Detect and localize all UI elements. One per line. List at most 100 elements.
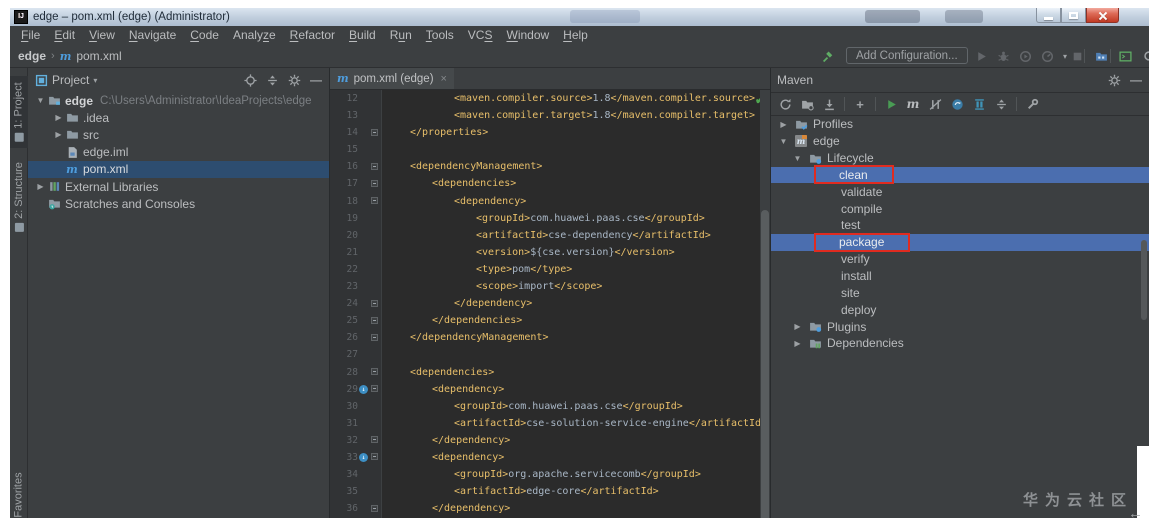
code-line-22[interactable]: 22<type>pom</type> (330, 261, 770, 278)
settings-gear-icon[interactable] (1107, 73, 1121, 87)
project-tree-item-edge-iml[interactable]: edge.iml (28, 144, 329, 161)
menu-item-navigate[interactable]: Navigate (122, 28, 183, 42)
code-line-24[interactable]: 24</dependency> (330, 295, 770, 312)
maven-tree-item-deploy[interactable]: deploy (771, 301, 1149, 318)
maven-tree-item-verify[interactable]: verify (771, 251, 1149, 268)
fold-marker-icon[interactable] (371, 334, 378, 341)
breadcrumb-file[interactable]: pom.xml (76, 49, 121, 63)
collapse-all-icon[interactable] (265, 73, 279, 87)
fold-marker-icon[interactable] (371, 129, 378, 136)
code-line-14[interactable]: 14</properties> (330, 124, 770, 141)
maven-tree-item-compile[interactable]: compile (771, 200, 1149, 217)
code-line-29[interactable]: 29↓<dependency> (330, 381, 770, 398)
maven-tree-item-site[interactable]: site (771, 284, 1149, 301)
code-viewport[interactable]: 12<maven.compiler.source>1.8</maven.comp… (330, 90, 770, 517)
settings-wrench-button[interactable] (1022, 95, 1042, 113)
maven-scrollbar-thumb[interactable] (1141, 240, 1147, 320)
tab-close-icon[interactable]: × (441, 73, 447, 85)
fold-marker-icon[interactable] (371, 180, 378, 187)
collapse-all-button[interactable] (991, 95, 1011, 113)
maven-tree-item-test[interactable]: test (771, 217, 1149, 234)
show-dependencies-button[interactable] (969, 95, 989, 113)
fold-marker-icon[interactable] (371, 300, 378, 307)
code-line-34[interactable]: 34<groupId>org.apache.servicecomb</group… (330, 466, 770, 483)
maven-tree-item-profiles[interactable]: ▶Profiles (771, 116, 1149, 133)
maven-tree-item-install[interactable]: install (771, 268, 1149, 285)
code-line-16[interactable]: 16<dependencyManagement> (330, 158, 770, 175)
chevron-expanded-icon[interactable]: ▼ (791, 154, 804, 163)
maven-tree-item-lifecycle[interactable]: ▼Lifecycle (771, 150, 1149, 167)
maven-tree-item-validate[interactable]: validate (771, 183, 1149, 200)
chevron-collapsed-icon[interactable]: ▶ (34, 182, 47, 191)
code-line-12[interactable]: 12<maven.compiler.source>1.8</maven.comp… (330, 90, 770, 107)
code-line-36[interactable]: 36</dependency> (330, 500, 770, 517)
menu-item-build[interactable]: Build (342, 28, 383, 42)
window-minimize-button[interactable] (1036, 8, 1061, 23)
maven-tree-item-package[interactable]: package (771, 234, 1149, 251)
project-tree-item-scratches-and-consoles[interactable]: Scratches and Consoles (28, 195, 329, 212)
terminal-button[interactable] (1116, 47, 1134, 65)
code-line-31[interactable]: 31<artifactId>cse-solution-service-engin… (330, 415, 770, 432)
code-line-17[interactable]: 17<dependencies> (330, 175, 770, 192)
code-line-33[interactable]: 33↓<dependency> (330, 449, 770, 466)
project-tree-item-idea[interactable]: ▶.idea (28, 109, 329, 126)
fold-marker-icon[interactable] (371, 505, 378, 512)
menu-item-help[interactable]: Help (556, 28, 595, 42)
hide-icon[interactable]: — (1129, 73, 1143, 87)
maven-tree-item-plugins[interactable]: ▶Plugins (771, 318, 1149, 335)
hide-icon[interactable]: — (309, 73, 323, 87)
menu-item-vcs[interactable]: VCS (461, 28, 500, 42)
maven-dependency-gutter-icon[interactable]: ↓ (359, 453, 368, 462)
fold-marker-icon[interactable] (371, 368, 378, 375)
menu-item-edit[interactable]: Edit (47, 28, 82, 42)
tool-window-button-structure[interactable]: 2: Structure (10, 154, 28, 240)
download-sources-button[interactable] (819, 95, 839, 113)
coverage-button[interactable] (1016, 47, 1034, 65)
fold-marker-icon[interactable] (371, 385, 378, 392)
toggle-offline-button[interactable] (947, 95, 967, 113)
build-project-button[interactable] (818, 47, 836, 65)
code-line-28[interactable]: 28<dependencies> (330, 364, 770, 381)
project-tree-item-pom-xml[interactable]: mpom.xml (28, 161, 329, 178)
menu-item-analyze[interactable]: Analyze (226, 28, 283, 42)
menu-item-file[interactable]: File (14, 28, 47, 42)
fold-marker-icon[interactable] (371, 436, 378, 443)
fold-marker-icon[interactable] (371, 453, 378, 460)
maven-tree-item-dependencies[interactable]: ▶Dependencies (771, 335, 1149, 352)
execute-goal-button[interactable]: m (903, 95, 923, 113)
code-line-32[interactable]: 32</dependency> (330, 432, 770, 449)
menu-item-window[interactable]: Window (499, 28, 556, 42)
project-tree-item-external-libraries[interactable]: ▶External Libraries (28, 178, 329, 195)
chevron-collapsed-icon[interactable]: ▶ (777, 120, 790, 129)
editor-tab-pom-xml[interactable]: m pom.xml (edge) × (330, 68, 454, 89)
window-titlebar[interactable]: IJ edge – pom.xml (edge) (Administrator) (10, 8, 1149, 26)
generate-sources-button[interactable] (797, 95, 817, 113)
run-green-button[interactable] (881, 95, 901, 113)
add-configuration-button[interactable]: Add Configuration... (846, 47, 968, 64)
project-tree-item-edge[interactable]: ▼edgeC:\Users\Administrator\IdeaProjects… (28, 92, 329, 109)
breadcrumb-project[interactable]: edge (18, 49, 46, 63)
code-line-25[interactable]: 25</dependencies> (330, 312, 770, 329)
code-line-20[interactable]: 20<artifactId>cse-dependency</artifactId… (330, 227, 770, 244)
search-button[interactable] (1140, 47, 1149, 65)
menu-item-refactor[interactable]: Refactor (283, 28, 342, 42)
fold-marker-icon[interactable] (371, 197, 378, 204)
chevron-collapsed-icon[interactable]: ▶ (52, 113, 65, 122)
maven-tree-item-clean[interactable]: clean (771, 167, 1149, 184)
maven-tree-item-edge[interactable]: ▼medge (771, 133, 1149, 150)
menu-item-view[interactable]: View (82, 28, 122, 42)
code-line-21[interactable]: 21<version>${cse.version}</version> (330, 244, 770, 261)
settings-gear-icon[interactable] (287, 73, 301, 87)
project-panel-title[interactable]: Project (52, 73, 89, 87)
chevron-collapsed-icon[interactable]: ▶ (52, 130, 65, 139)
code-line-13[interactable]: 13<maven.compiler.target>1.8</maven.comp… (330, 107, 770, 124)
project-tree-item-src[interactable]: ▶src (28, 126, 329, 143)
code-line-23[interactable]: 23<scope>import</scope> (330, 278, 770, 295)
tool-window-button-project[interactable]: 1: Project (10, 76, 28, 148)
menu-item-tools[interactable]: Tools (419, 28, 461, 42)
chevron-collapsed-icon[interactable]: ▶ (791, 322, 804, 331)
run-button[interactable] (972, 47, 990, 65)
chevron-down-icon[interactable]: ▾ (93, 76, 97, 85)
code-line-35[interactable]: 35<artifactId>edge-core</artifactId> (330, 483, 770, 500)
code-line-15[interactable]: 15 (330, 141, 770, 158)
